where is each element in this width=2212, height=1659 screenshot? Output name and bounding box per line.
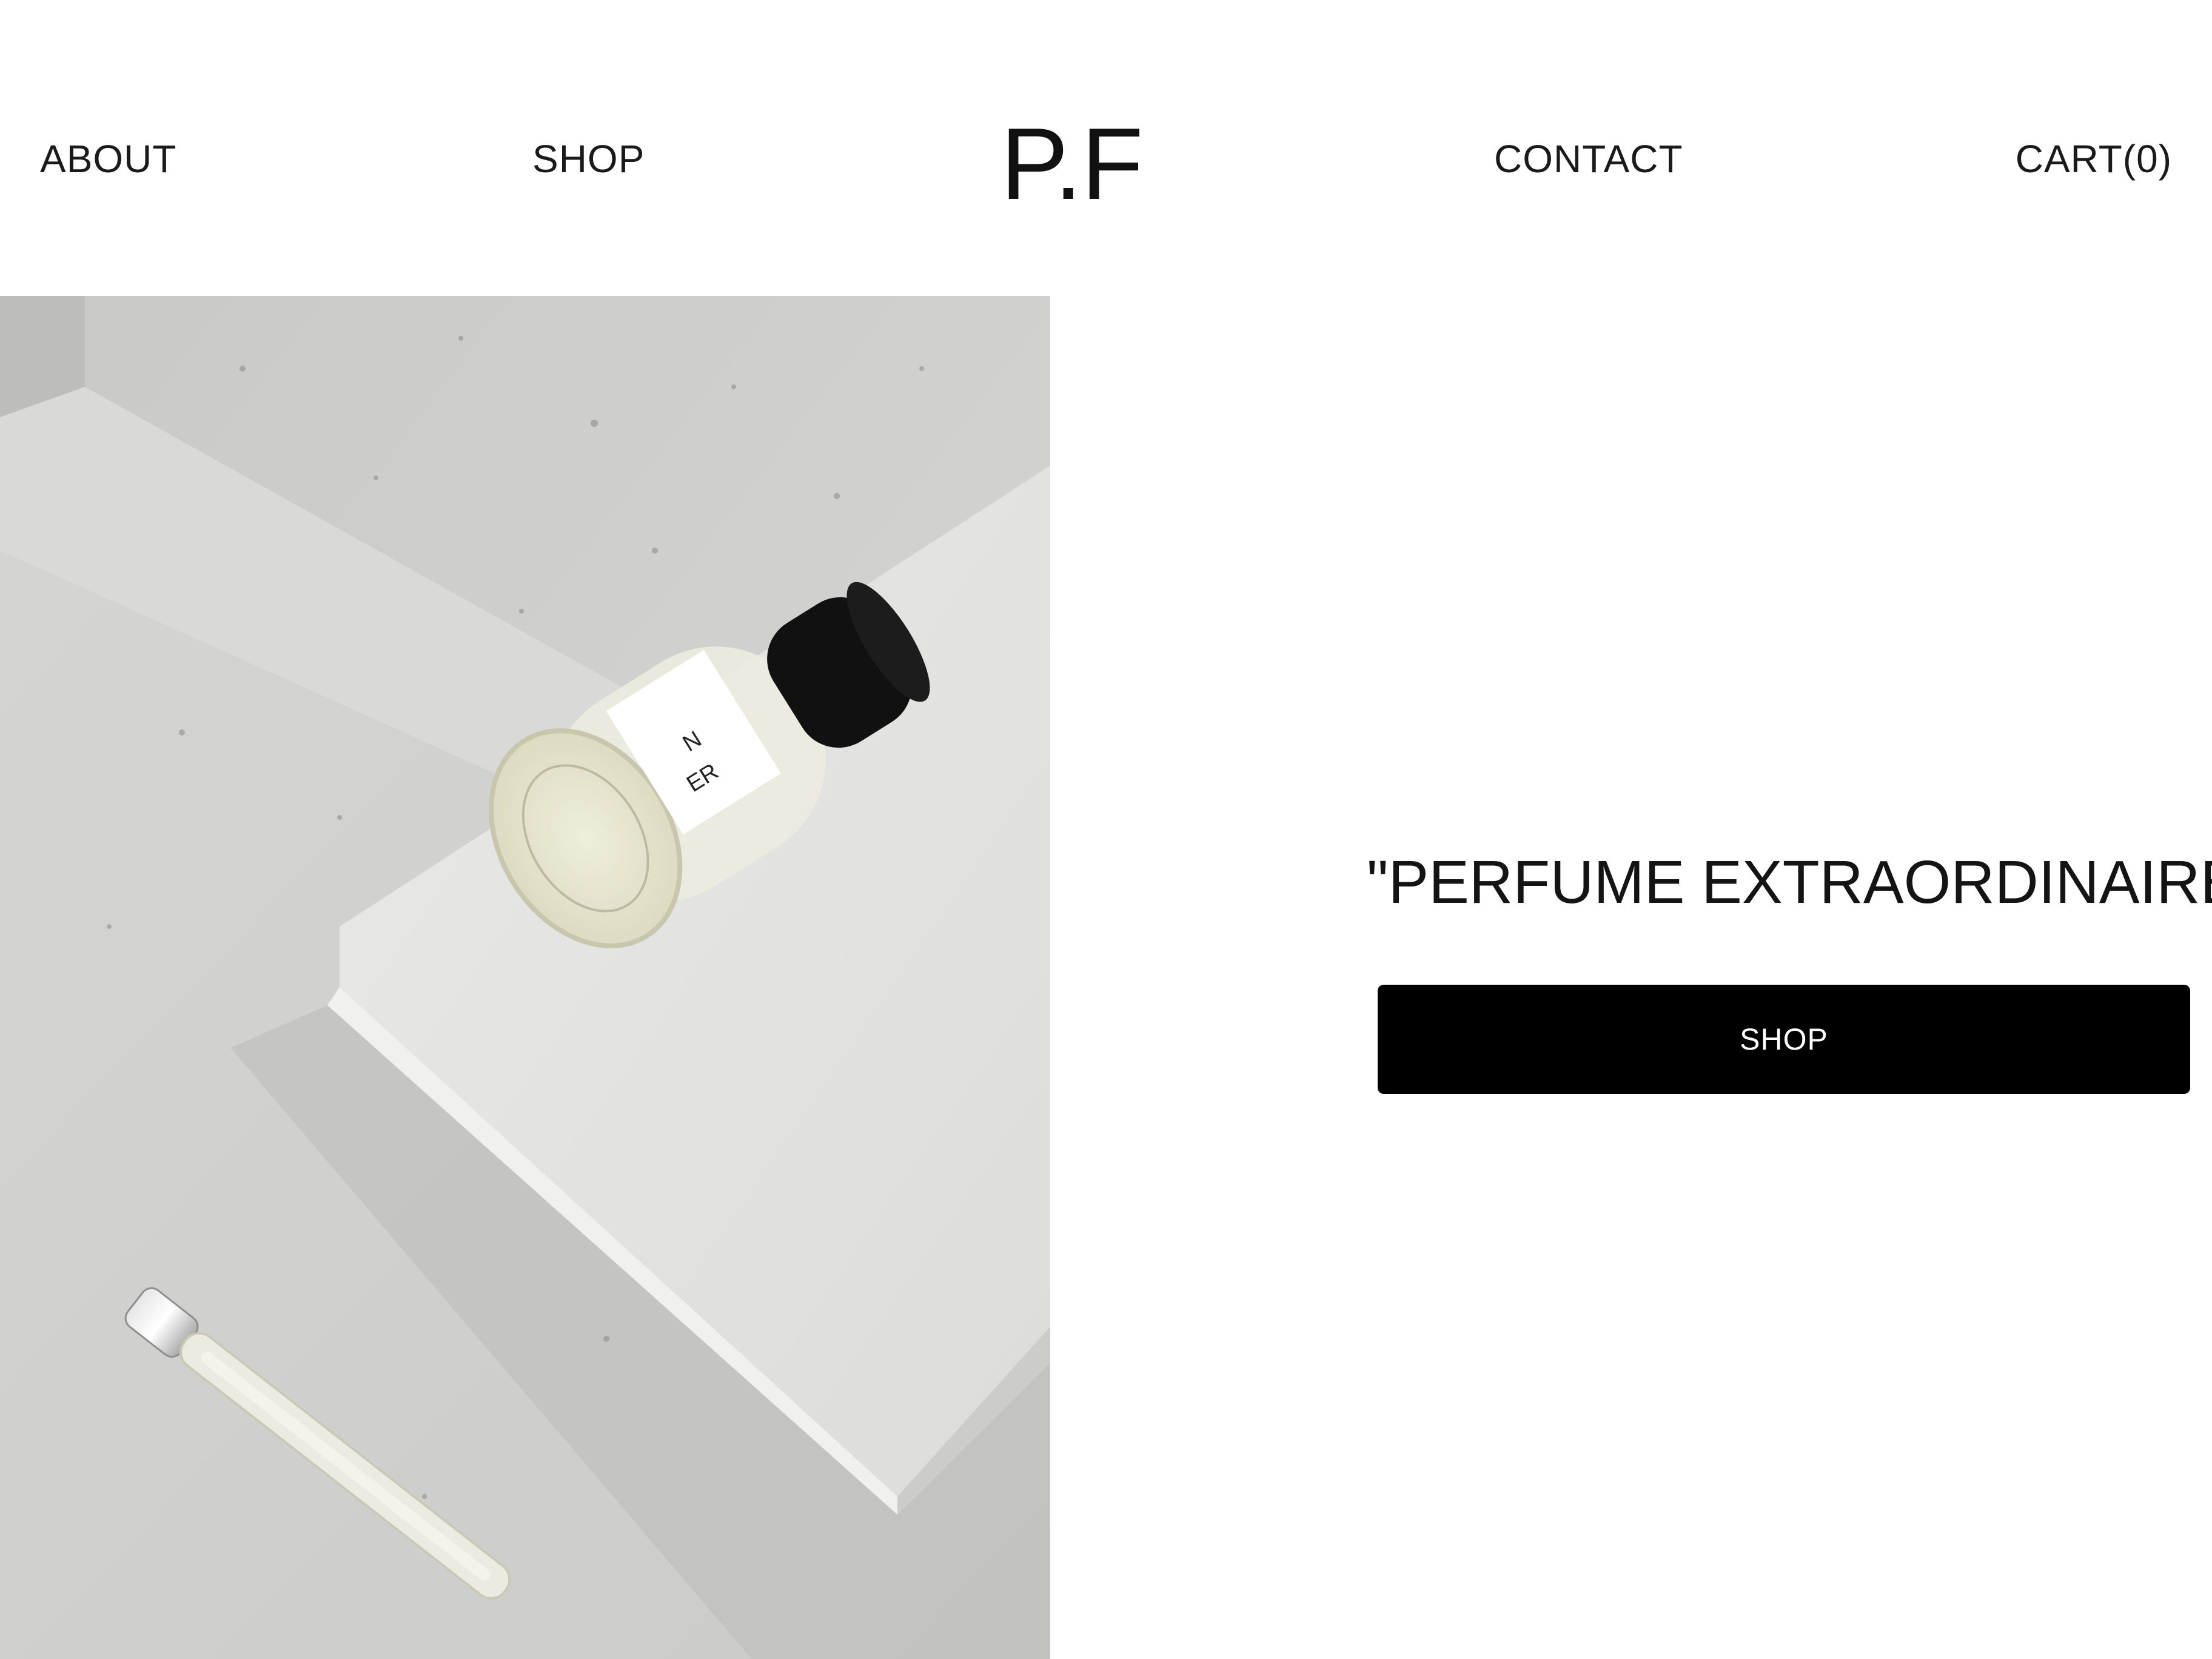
site-logo[interactable]: P.F — [1000, 109, 1144, 218]
page: ABOUT SHOP P.F CONTACT CART(0) N ER "PER… — [0, 0, 2212, 1659]
shop-cta-label: SHOP — [1740, 1022, 1828, 1056]
nav-contact-link[interactable]: CONTACT — [1494, 135, 1683, 183]
shop-cta-button[interactable]: SHOP — [1378, 985, 2190, 1094]
nav-shop-link[interactable]: SHOP — [532, 135, 645, 183]
nav-cart-link[interactable]: CART(0) — [2016, 135, 2172, 183]
nav-about-link[interactable]: ABOUT — [40, 135, 176, 183]
hero-product-image: N ER — [0, 296, 1050, 1659]
hero-tagline: "PERFUME EXTRAORDINAIRE" — [1367, 848, 2212, 916]
